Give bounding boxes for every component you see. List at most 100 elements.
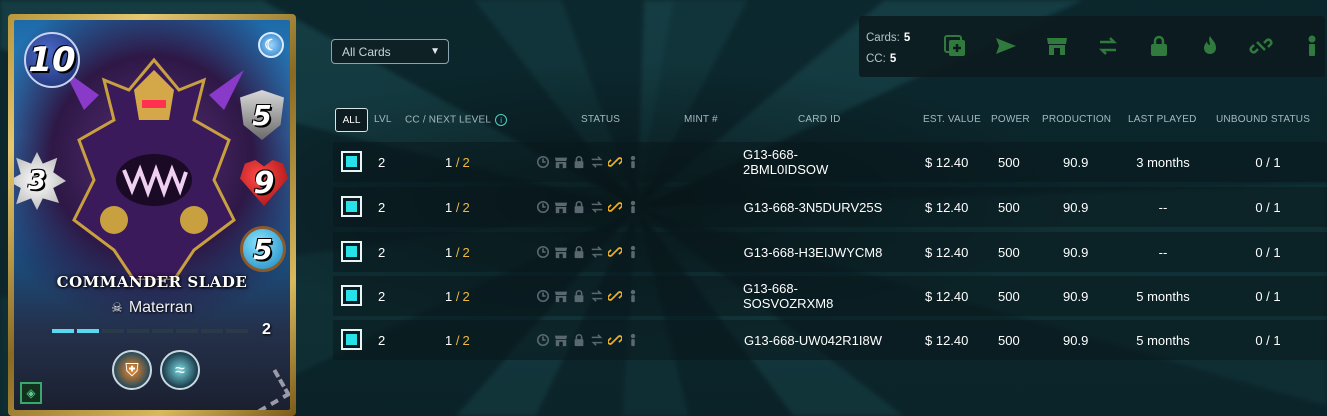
row-level: 2 bbox=[378, 332, 386, 348]
card-row[interactable]: 21 /2 G13-668-2BML0IDSOW $ 12.40 500 90.9 3 m… bbox=[333, 142, 1327, 182]
link-icon[interactable] bbox=[607, 199, 622, 215]
row-card-id[interactable]: G13-668-SOSVOZRXM8 bbox=[743, 276, 883, 316]
row-select-checkbox[interactable] bbox=[341, 285, 362, 306]
edition-label: Materran bbox=[128, 299, 193, 316]
row-cc-next-level: 1 /2 bbox=[445, 142, 470, 182]
link-icon[interactable] bbox=[607, 332, 622, 348]
row-cc: 1 bbox=[445, 199, 453, 215]
level-progress-segment bbox=[151, 329, 174, 333]
delegate-button[interactable] bbox=[1286, 33, 1327, 59]
row-card-id[interactable]: G13-668-UW042R1I8W bbox=[743, 320, 883, 360]
level-progress-segment bbox=[76, 329, 99, 333]
level-progress-segment bbox=[201, 329, 224, 333]
column-header-lvl[interactable]: LVL bbox=[374, 114, 392, 125]
column-header-est-value[interactable]: EST. VALUE bbox=[923, 114, 981, 125]
column-header-status[interactable]: STATUS bbox=[581, 114, 620, 125]
card-row[interactable]: 21 /2 G13-668-SOSVOZRXM8 $ 12.40 500 90.9 5 m… bbox=[333, 276, 1327, 316]
lock-icon[interactable] bbox=[571, 244, 586, 260]
card-row[interactable]: 21 /2 G13-668-H3EIJWYCM8 $ 12.40 500 90.9 -- 0… bbox=[333, 232, 1327, 272]
transfer-icon bbox=[1098, 37, 1117, 55]
row-select-checkbox[interactable] bbox=[341, 241, 362, 262]
column-header-production[interactable]: PRODUCTION bbox=[1042, 114, 1111, 125]
card-filter-select[interactable]: All Cards ▼ bbox=[331, 39, 449, 64]
row-power: 500 bbox=[998, 288, 1020, 304]
clock-icon[interactable] bbox=[535, 154, 550, 170]
lock-button[interactable] bbox=[1133, 33, 1184, 59]
materran-skull-icon: ☠ bbox=[111, 300, 123, 315]
transfer-button[interactable] bbox=[1082, 33, 1133, 59]
column-header-mint[interactable]: MINT # bbox=[684, 114, 718, 125]
column-header-unbound[interactable]: UNBOUND STATUS bbox=[1216, 114, 1310, 125]
row-unbound-status: 0 / 1 bbox=[1255, 288, 1281, 304]
row-cc-separator: / bbox=[452, 288, 460, 304]
row-unbound-status: 0 / 1 bbox=[1255, 154, 1281, 170]
row-last-played: -- bbox=[1158, 199, 1168, 215]
summary-counts: Cards: 5 CC: 5 bbox=[866, 28, 910, 70]
transfer-icon[interactable] bbox=[589, 244, 604, 260]
delegate-icon[interactable] bbox=[625, 154, 640, 170]
delegate-icon[interactable] bbox=[625, 244, 640, 260]
row-card-id[interactable]: G13-668-H3EIJWYCM8 bbox=[743, 232, 883, 272]
row-est-value: $ 12.40 bbox=[925, 244, 969, 260]
row-cc-next-level: 1 /2 bbox=[445, 320, 470, 360]
column-header-card-id[interactable]: CARD ID bbox=[798, 114, 841, 125]
row-card-id[interactable]: G13-668-2BML0IDSOW bbox=[743, 142, 883, 182]
row-last-played: 3 months bbox=[1136, 154, 1190, 170]
link-icon[interactable] bbox=[607, 154, 622, 170]
send-button[interactable] bbox=[980, 33, 1031, 59]
row-select-checkbox[interactable] bbox=[341, 196, 362, 217]
wave-ability-icon[interactable]: ≈ bbox=[160, 350, 200, 390]
send-icon bbox=[995, 38, 1016, 54]
market-button[interactable] bbox=[1031, 33, 1082, 59]
link-icon[interactable] bbox=[607, 288, 622, 304]
card-row[interactable]: 21 /2 G13-668-UW042R1I8W $ 12.40 500 90.9 5 m… bbox=[333, 320, 1327, 360]
column-header-cc[interactable]: CC / NEXT LEVEL i bbox=[405, 114, 508, 126]
row-est-value: $ 12.40 bbox=[925, 154, 969, 170]
row-select-checkbox[interactable] bbox=[341, 329, 362, 350]
delegate-icon[interactable] bbox=[625, 288, 640, 304]
clock-icon[interactable] bbox=[535, 332, 550, 348]
combine-button[interactable] bbox=[929, 33, 980, 59]
clock-icon[interactable] bbox=[535, 244, 550, 260]
transfer-icon[interactable] bbox=[589, 154, 604, 170]
delegate-icon[interactable] bbox=[625, 332, 640, 348]
transfer-icon[interactable] bbox=[589, 288, 604, 304]
row-level: 2 bbox=[378, 288, 386, 304]
lock-icon[interactable] bbox=[571, 332, 586, 348]
clock-icon[interactable] bbox=[535, 288, 550, 304]
card-edition: ☠ Materran bbox=[14, 299, 290, 317]
link-icon[interactable] bbox=[607, 244, 622, 260]
row-cc: 1 bbox=[445, 332, 453, 348]
market-icon[interactable] bbox=[553, 288, 568, 304]
info-icon[interactable]: i bbox=[495, 114, 508, 126]
level-progress-bar bbox=[52, 329, 248, 333]
market-icon[interactable] bbox=[553, 244, 568, 260]
card-row[interactable]: 21 /2 G13-668-3N5DURV25S $ 12.40 500 90.9 -- 0… bbox=[333, 187, 1327, 227]
delegate-icon[interactable] bbox=[625, 199, 640, 215]
column-header-power[interactable]: POWER bbox=[991, 114, 1030, 125]
lock-icon[interactable] bbox=[571, 288, 586, 304]
row-power: 500 bbox=[998, 199, 1020, 215]
selection-summary-panel: Cards: 5 CC: 5 bbox=[859, 16, 1325, 77]
clock-icon[interactable] bbox=[535, 199, 550, 215]
magic-stat: 5 bbox=[240, 226, 286, 272]
shield-ability-icon[interactable]: ⛨ bbox=[112, 350, 152, 390]
column-header-last-played[interactable]: LAST PLAYED bbox=[1128, 114, 1197, 125]
transfer-icon[interactable] bbox=[589, 199, 604, 215]
select-all-button[interactable]: ALL bbox=[335, 108, 368, 132]
market-icon[interactable] bbox=[553, 332, 568, 348]
market-icon[interactable] bbox=[553, 154, 568, 170]
transfer-icon[interactable] bbox=[589, 332, 604, 348]
burn-button[interactable] bbox=[1184, 33, 1235, 59]
lock-icon[interactable] bbox=[571, 154, 586, 170]
unbind-button[interactable] bbox=[1235, 33, 1286, 59]
row-status-icons bbox=[535, 320, 640, 360]
row-cc-separator: / bbox=[452, 154, 460, 170]
mana-cost: 10 bbox=[24, 32, 80, 88]
lock-icon[interactable] bbox=[571, 199, 586, 215]
row-card-id[interactable]: G13-668-3N5DURV25S bbox=[743, 187, 883, 227]
row-status-icons bbox=[535, 276, 640, 316]
market-icon[interactable] bbox=[553, 199, 568, 215]
row-select-checkbox[interactable] bbox=[341, 151, 362, 172]
water-element-icon: ☾ bbox=[258, 32, 284, 58]
